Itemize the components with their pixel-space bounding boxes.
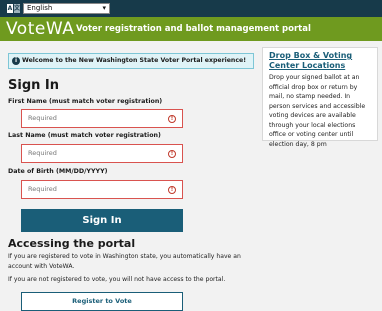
dob-field[interactable]: Required !: [21, 180, 183, 199]
drop-box-panel: Drop Box & Voting Center Locations Drop …: [262, 47, 378, 148]
accessing-portal-heading: Accessing the portal: [8, 237, 136, 250]
sign-in-button[interactable]: Sign In: [21, 209, 183, 232]
register-to-vote-button[interactable]: Register to Vote: [21, 292, 183, 311]
error-icon: !: [168, 186, 176, 194]
portal-info-paragraph: If you are registered to vote in Washing…: [8, 253, 241, 270]
first-name-label: First Name (must match voter registratio…: [8, 98, 163, 105]
last-name-label: Last Name (must match voter registration…: [8, 132, 161, 139]
dob-label: Date of Birth (MM/DD/YYYY): [8, 168, 108, 175]
portal-title: Voter registration and ballot management…: [76, 24, 311, 34]
first-name-placeholder: Required: [28, 114, 57, 122]
language-select-value: English: [27, 4, 53, 12]
drop-box-locations-link[interactable]: Drop Box & Voting Center Locations: [269, 51, 371, 71]
error-icon: !: [168, 150, 176, 158]
language-icon: A 文: [7, 4, 20, 13]
welcome-banner-text: Welcome to the New Washington State Vote…: [22, 57, 247, 64]
info-icon: i: [12, 57, 20, 65]
last-name-placeholder: Required: [28, 149, 57, 157]
top-bar: A 文 English ▾: [0, 0, 382, 17]
language-icon-latin: A: [7, 4, 13, 13]
last-name-field[interactable]: Required !: [21, 144, 183, 163]
drop-box-info-text: Drop your signed ballot at an official d…: [269, 74, 366, 148]
votewa-logo[interactable]: VoteWA: [6, 18, 74, 40]
not-registered-paragraph: If you are not registered to vote, you w…: [8, 276, 226, 283]
error-icon: !: [168, 115, 176, 123]
brand-bar: VoteWA Voter registration and ballot man…: [0, 17, 382, 41]
language-select[interactable]: English ▾: [23, 3, 110, 14]
chevron-down-icon: ▾: [102, 4, 106, 12]
welcome-banner: i Welcome to the New Washington State Vo…: [8, 53, 254, 69]
dob-placeholder: Required: [28, 185, 57, 193]
first-name-field[interactable]: Required !: [21, 109, 183, 128]
language-icon-cjk: 文: [13, 4, 20, 13]
sign-in-heading: Sign In: [8, 78, 59, 93]
logo-text: VoteWA: [6, 19, 75, 39]
